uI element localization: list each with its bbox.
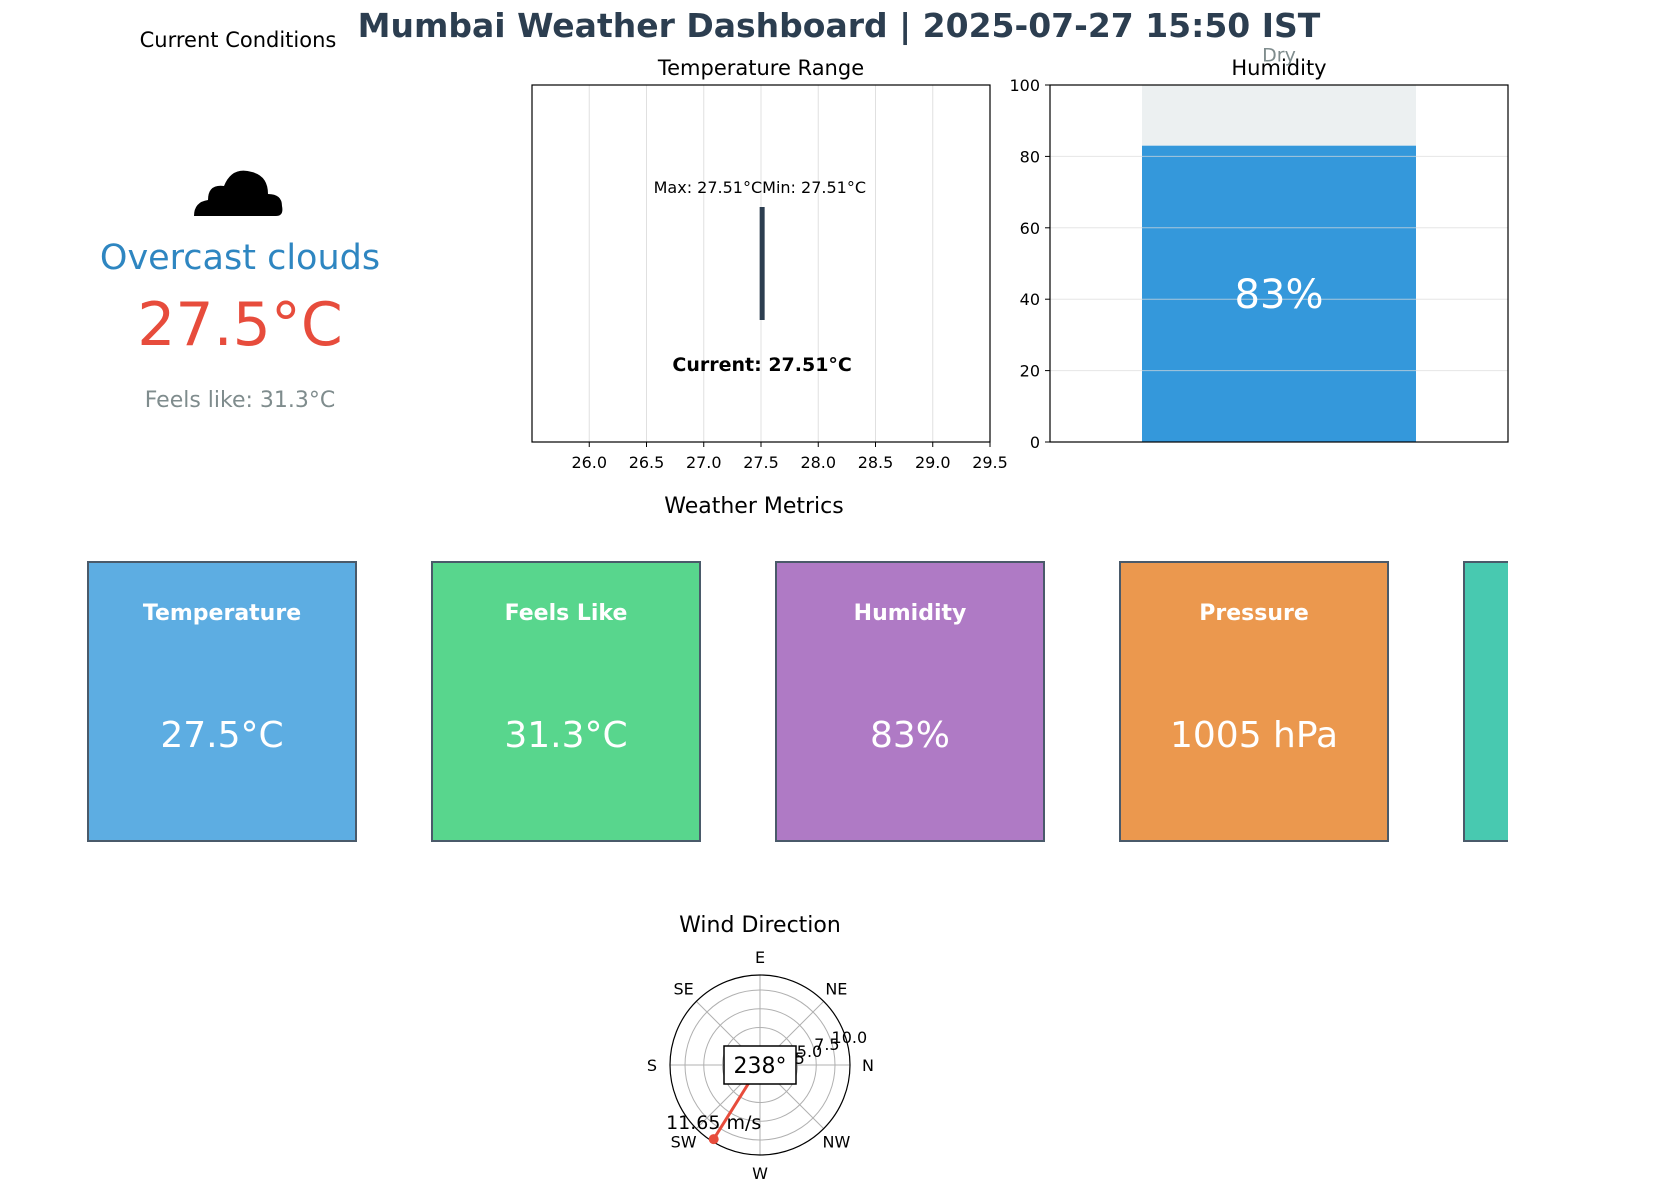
weather-metrics-title: Weather Metrics bbox=[664, 494, 844, 519]
compass-label: SW bbox=[671, 1132, 697, 1151]
compass-label: W bbox=[752, 1164, 768, 1182]
compass-label: N bbox=[862, 1056, 874, 1075]
min-temperature-label: Min: 27.51°C bbox=[762, 178, 866, 197]
compass-label: E bbox=[755, 948, 765, 967]
metric-card: Feels Like 31.3°C bbox=[431, 561, 701, 842]
metric-card bbox=[1463, 561, 1508, 842]
wind-speed-label: 11.65 m/s bbox=[666, 1112, 761, 1134]
temperature-range-bar bbox=[759, 207, 765, 320]
x-tick-label: 29.5 bbox=[972, 453, 1008, 472]
metric-card-value: 83% bbox=[869, 715, 950, 756]
humidity-value-label: 83% bbox=[1235, 272, 1324, 318]
metric-card-value: 27.5°C bbox=[160, 715, 284, 756]
temperature-range-title: Temperature Range bbox=[657, 56, 864, 80]
x-tick-label: 27.0 bbox=[686, 453, 722, 472]
metric-card-value: 31.3°C bbox=[504, 715, 628, 756]
metric-card-label: Pressure bbox=[1199, 601, 1309, 626]
max-temperature-label: Max: 27.51°C bbox=[654, 178, 763, 197]
compass-label: NE bbox=[825, 980, 847, 999]
direction-label: 238° bbox=[734, 1054, 787, 1079]
y-tick-label: 100 bbox=[1009, 76, 1040, 95]
metric-card: Temperature 27.5°C bbox=[87, 561, 357, 842]
wind-direction-marker bbox=[708, 1134, 719, 1145]
radial-tick-label: 10.0 bbox=[832, 1028, 868, 1047]
current-temperature-label: Current: 27.51°C bbox=[672, 354, 851, 376]
x-tick-label: 28.5 bbox=[858, 453, 894, 472]
x-tick-label: 26.5 bbox=[629, 453, 665, 472]
metric-card: Humidity 83% bbox=[775, 561, 1045, 842]
y-tick-label: 20 bbox=[1020, 362, 1040, 381]
compass-label: SE bbox=[673, 980, 693, 999]
metric-card: Pressure 1005 hPa bbox=[1119, 561, 1389, 842]
x-tick-label: 28.0 bbox=[800, 453, 836, 472]
metric-card-value: 1005 hPa bbox=[1169, 715, 1339, 756]
compass-label: S bbox=[647, 1056, 657, 1075]
y-tick-label: 40 bbox=[1020, 290, 1040, 309]
wind-direction-title: Wind Direction bbox=[679, 913, 841, 938]
y-tick-label: 80 bbox=[1020, 147, 1040, 166]
humidity-remainder-label: Dry bbox=[1262, 45, 1296, 67]
compass-label: NW bbox=[822, 1132, 850, 1151]
x-tick-label: 26.0 bbox=[571, 453, 607, 472]
x-tick-label: 27.5 bbox=[743, 453, 779, 472]
humidity-remainder-bar bbox=[1142, 85, 1416, 146]
metric-card-label: Temperature bbox=[142, 601, 302, 626]
metric-card-label: Feels Like bbox=[504, 601, 628, 626]
y-tick-label: 60 bbox=[1020, 219, 1040, 238]
x-tick-label: 29.0 bbox=[915, 453, 951, 472]
y-tick-label: 0 bbox=[1030, 433, 1040, 452]
metric-card-label: Humidity bbox=[853, 601, 967, 626]
